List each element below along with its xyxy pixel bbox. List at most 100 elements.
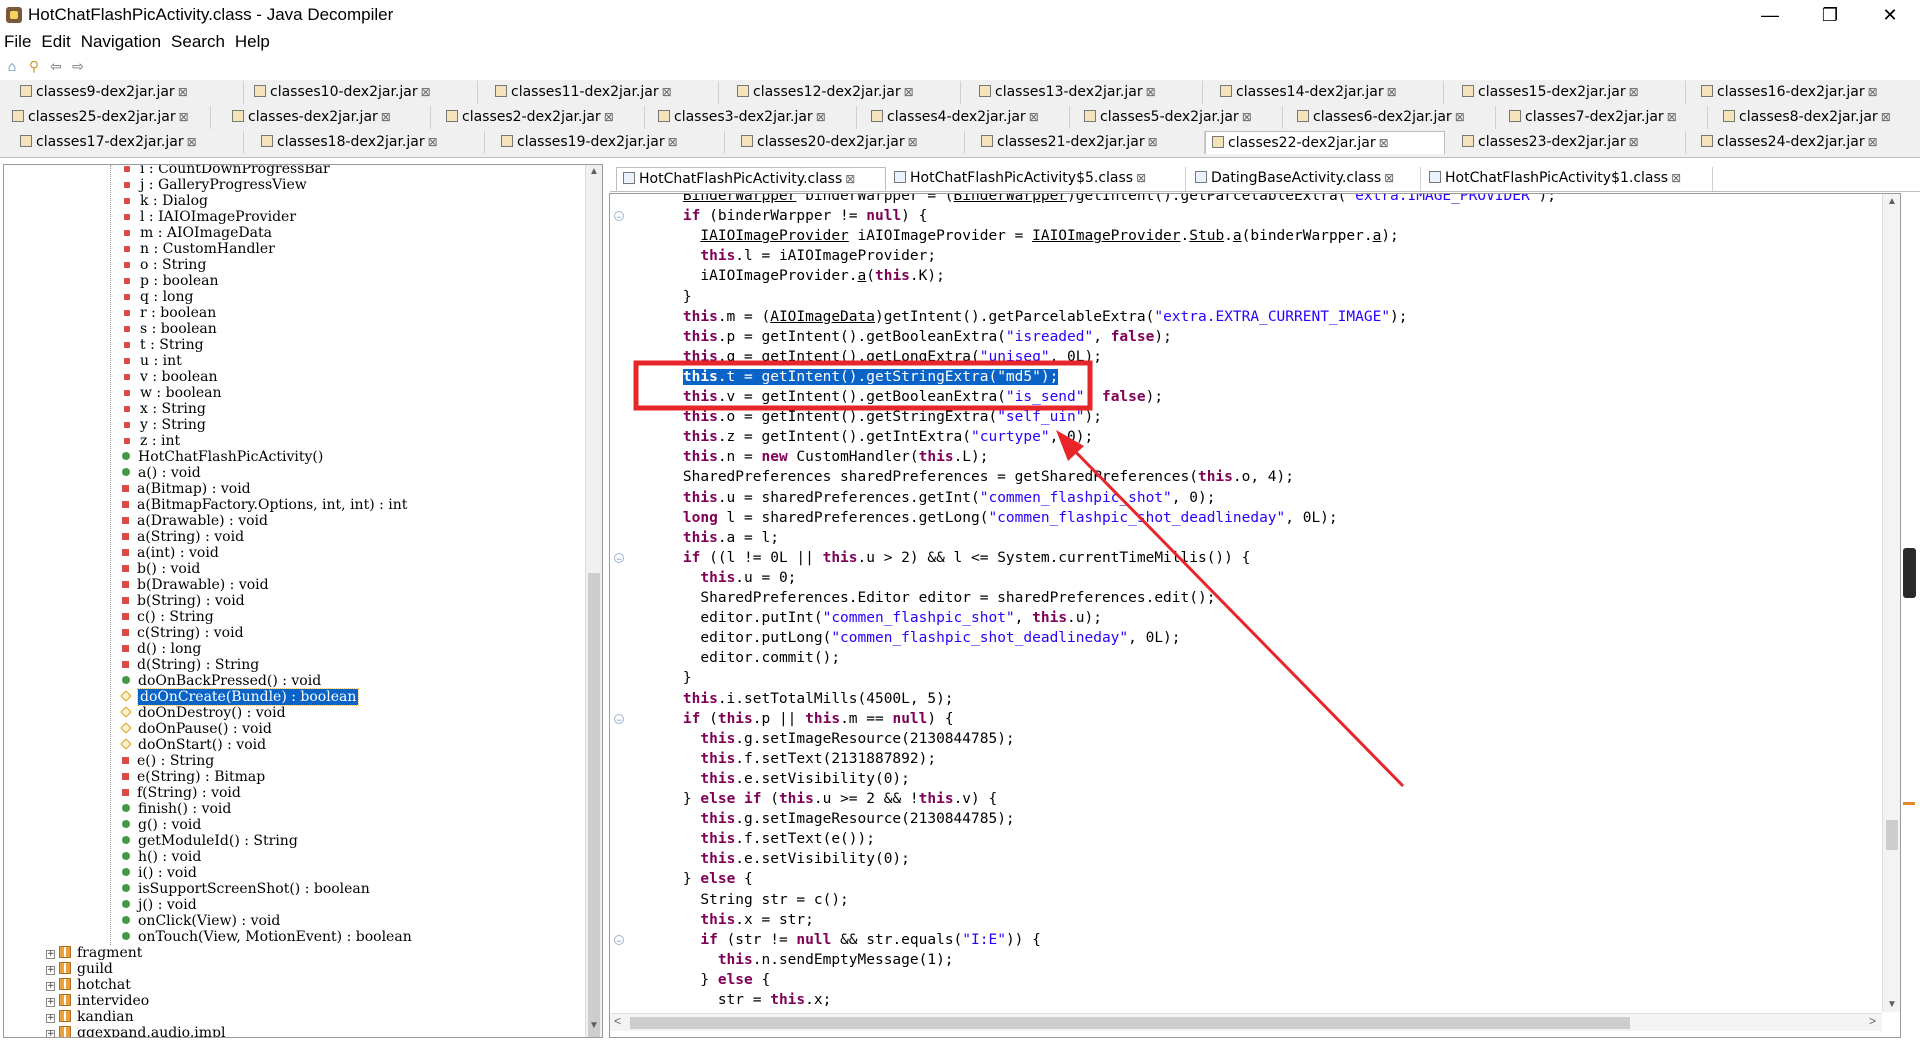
close-tab-icon[interactable]: ⊠: [1455, 110, 1465, 124]
jar-tab[interactable]: classes9-dex2jar.jar ⊠: [14, 81, 244, 104]
tree-member-item[interactable]: s : boolean: [122, 321, 217, 337]
code-line[interactable]: this.u = 0;: [700, 568, 796, 588]
menu-help[interactable]: Help: [231, 30, 276, 52]
tree-member-item[interactable]: i : CountDownProgressBar: [122, 165, 330, 177]
forward-icon[interactable]: ⇨: [70, 58, 86, 74]
code-line[interactable]: if (binderWarpper != null) {: [683, 206, 927, 226]
close-tab-icon[interactable]: ⊠: [1379, 136, 1389, 150]
close-tab-icon[interactable]: ⊠: [1136, 171, 1146, 185]
tree-member-item[interactable]: v : boolean: [122, 369, 217, 385]
close-tab-icon[interactable]: ⊠: [1868, 85, 1878, 99]
class-tree-panel[interactable]: i : CountDownProgressBar j : GalleryProgr…: [3, 164, 603, 1038]
code-line[interactable]: this.g.setImageResource(2130844785);: [700, 729, 1014, 749]
code-line[interactable]: if ((l != 0L || this.u > 2) && l <= Syst…: [683, 548, 1250, 568]
tree-package-item[interactable]: + qqexpand.audio.impl: [46, 1025, 225, 1037]
tree-member-item[interactable]: b(String) : void: [122, 593, 245, 609]
expand-icon[interactable]: +: [46, 1014, 55, 1023]
expand-icon[interactable]: +: [46, 966, 55, 975]
close-tab-icon[interactable]: ⊠: [845, 172, 855, 186]
close-tab-icon[interactable]: ⊠: [668, 135, 678, 149]
jar-tab[interactable]: classes-dex2jar.jar ⊠: [226, 106, 431, 129]
jar-tab[interactable]: classes18-dex2jar.jar ⊠: [255, 131, 485, 154]
tree-member-item[interactable]: h() : void: [122, 849, 201, 865]
tree-member-item[interactable]: a(BitmapFactory.Options, int, int) : int: [122, 497, 407, 513]
editor-hscroll-thumb[interactable]: [630, 1017, 1630, 1029]
code-line[interactable]: this.u = sharedPreferences.getInt("comme…: [683, 488, 1216, 508]
tree-member-item[interactable]: c(String) : void: [122, 625, 244, 641]
tree-member-item[interactable]: b() : void: [122, 561, 200, 577]
tree-member-item[interactable]: j() : void: [122, 897, 197, 913]
tree-member-item[interactable]: a(String) : void: [122, 529, 244, 545]
editor-tab[interactable]: HotChatFlashPicActivity$5.class ⊠: [888, 167, 1186, 191]
expand-icon[interactable]: +: [46, 1030, 55, 1037]
code-line[interactable]: if (str != null && str.equals("I:E")) {: [700, 930, 1041, 950]
tree-member-item[interactable]: w : boolean: [122, 385, 222, 401]
code-line[interactable]: this.f.setText(2131887892);: [700, 749, 936, 769]
tree-member-item[interactable]: l : IAIOImageProvider: [122, 209, 296, 225]
jar-tab[interactable]: classes8-dex2jar.jar ⊠: [1717, 106, 1920, 129]
tree-member-item[interactable]: a(Drawable) : void: [122, 513, 268, 529]
jar-tab[interactable]: classes25-dex2jar.jar ⊠: [6, 106, 211, 129]
scroll-left-icon[interactable]: <: [614, 1014, 621, 1028]
tree-member-item[interactable]: e() : String: [122, 753, 214, 769]
tree-member-item[interactable]: n : CustomHandler: [122, 241, 275, 257]
close-tab-icon[interactable]: ⊠: [178, 85, 188, 99]
code-line[interactable]: BinderWarpper binderWarpper = (BinderWar…: [683, 194, 1556, 206]
jar-tab[interactable]: classes4-dex2jar.jar ⊠: [865, 106, 1070, 129]
expand-icon[interactable]: +: [46, 982, 55, 991]
code-line[interactable]: this.v = getIntent().getBooleanExtra("is…: [683, 387, 1163, 407]
code-line[interactable]: this.n = new CustomHandler(this.L);: [683, 447, 989, 467]
tree-member-item[interactable]: d(String) : String: [122, 657, 259, 673]
tree-member-item[interactable]: i() : void: [122, 865, 197, 881]
tree-member-item[interactable]: y : String: [122, 417, 206, 433]
fold-toggle-icon[interactable]: −: [614, 552, 624, 564]
jar-tab[interactable]: classes7-dex2jar.jar ⊠: [1503, 106, 1708, 129]
close-tab-icon[interactable]: ⊠: [1384, 171, 1394, 185]
scroll-down-icon[interactable]: ▼: [1887, 999, 1897, 1010]
tree-member-item[interactable]: doOnDestroy() : void: [120, 705, 286, 721]
scroll-up-icon[interactable]: ▲: [586, 166, 602, 182]
code-line[interactable]: this.z = getIntent().getIntExtra("curtyp…: [683, 427, 1093, 447]
close-tab-icon[interactable]: ⊠: [1387, 85, 1397, 99]
jar-tab[interactable]: classes20-dex2jar.jar ⊠: [735, 131, 965, 154]
close-tab-icon[interactable]: ⊠: [1148, 135, 1158, 149]
menu-search[interactable]: Search: [167, 30, 231, 52]
close-tab-icon[interactable]: ⊠: [1868, 135, 1878, 149]
menu-edit[interactable]: Edit: [37, 30, 76, 52]
jar-tab[interactable]: classes2-dex2jar.jar ⊠: [440, 106, 645, 129]
tree-member-item[interactable]: d() : long: [122, 641, 201, 657]
code-line[interactable]: this.g.setImageResource(2130844785);: [700, 809, 1014, 829]
code-line[interactable]: this.f.setText(e());: [700, 829, 875, 849]
maximize-button[interactable]: ❐: [1800, 0, 1860, 30]
close-tab-icon[interactable]: ⊠: [1242, 110, 1252, 124]
code-line[interactable]: this.q = getIntent().getLongExtra("unise…: [683, 347, 1102, 367]
jar-tab[interactable]: classes10-dex2jar.jar ⊠: [248, 81, 478, 104]
close-tab-icon[interactable]: ⊠: [428, 135, 438, 149]
tree-member-item[interactable]: a(int) : void: [122, 545, 219, 561]
tree-member-item[interactable]: j : GalleryProgressView: [122, 177, 307, 193]
tree-member-item[interactable]: onTouch(View, MotionEvent) : boolean: [122, 929, 412, 945]
jar-tab[interactable]: classes12-dex2jar.jar ⊠: [731, 81, 961, 104]
menu-file[interactable]: File: [0, 30, 37, 52]
tree-package-item[interactable]: + hotchat: [46, 977, 131, 993]
code-line[interactable]: } else {: [700, 970, 770, 990]
close-tab-icon[interactable]: ⊠: [381, 110, 391, 124]
menu-navigation[interactable]: Navigation: [77, 30, 167, 52]
minimize-button[interactable]: —: [1740, 0, 1800, 30]
code-line[interactable]: this.n.sendEmptyMessage(1);: [718, 950, 954, 970]
code-line[interactable]: IAIOImageProvider iAIOImageProvider = IA…: [700, 226, 1398, 246]
scroll-right-icon[interactable]: >: [1869, 1014, 1876, 1028]
tree-member-item[interactable]: o : String: [122, 257, 206, 273]
editor-vscroll-thumb[interactable]: [1886, 820, 1898, 850]
tree-scroll-thumb[interactable]: [588, 573, 600, 1037]
code-editor[interactable]: − − − − BinderWarpper binderWarpper = (Bind…: [609, 193, 1901, 1038]
tree-member-item[interactable]: isSupportScreenShot() : boolean: [122, 881, 370, 897]
tree-package-item[interactable]: + intervideo: [46, 993, 149, 1009]
code-line[interactable]: }: [683, 668, 692, 688]
scroll-up-icon[interactable]: ▲: [1887, 196, 1897, 207]
editor-vertical-scrollbar[interactable]: ▲ ▼: [1882, 194, 1900, 1012]
jar-tab[interactable]: classes13-dex2jar.jar ⊠: [973, 81, 1203, 104]
open-file-icon[interactable]: ⌂: [4, 58, 20, 74]
close-tab-icon[interactable]: ⊠: [1671, 171, 1681, 185]
jar-tab[interactable]: classes22-dex2jar.jar ⊠: [1205, 131, 1445, 154]
